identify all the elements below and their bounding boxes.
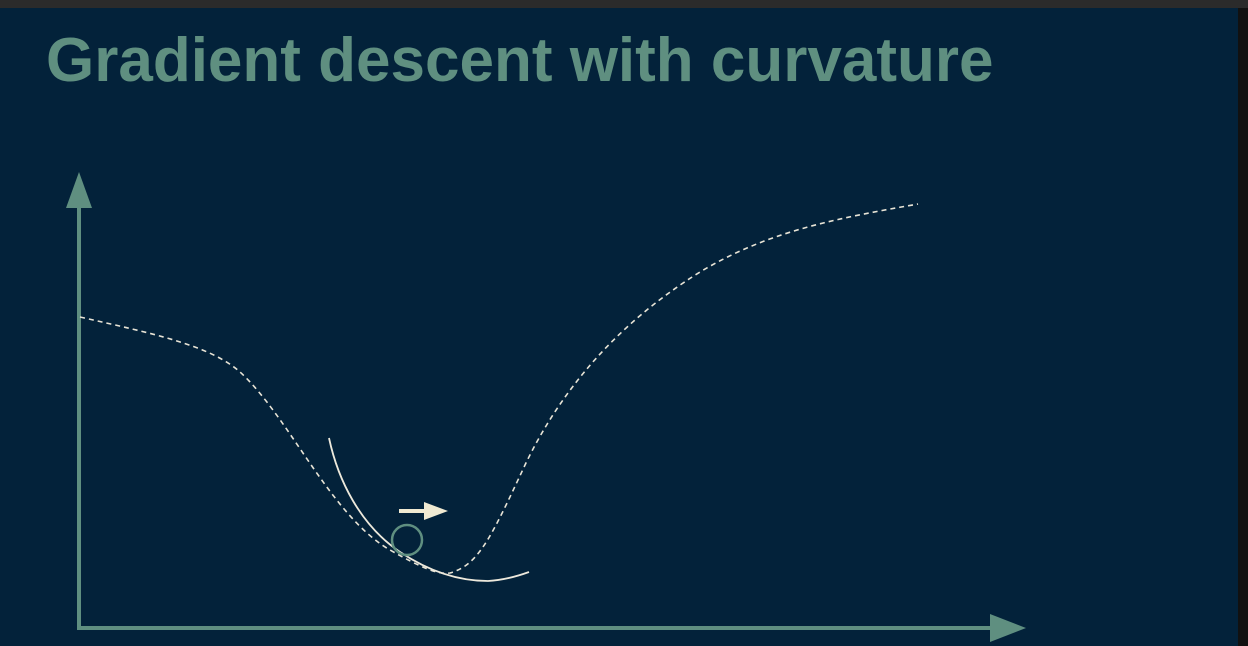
window-right-edge [1238, 8, 1248, 646]
x-axis-arrowhead-icon [990, 614, 1026, 642]
window-top-bar [0, 0, 1248, 8]
y-axis-arrowhead-icon [66, 172, 92, 208]
loss-curve-dashed [79, 203, 919, 575]
circle-icon [390, 523, 424, 557]
slide: Gradient descent with curvature [0, 8, 1238, 646]
right-arrow-icon [399, 502, 448, 520]
screen: Gradient descent with curvature [0, 0, 1248, 646]
curvature-diagram [66, 172, 1026, 642]
